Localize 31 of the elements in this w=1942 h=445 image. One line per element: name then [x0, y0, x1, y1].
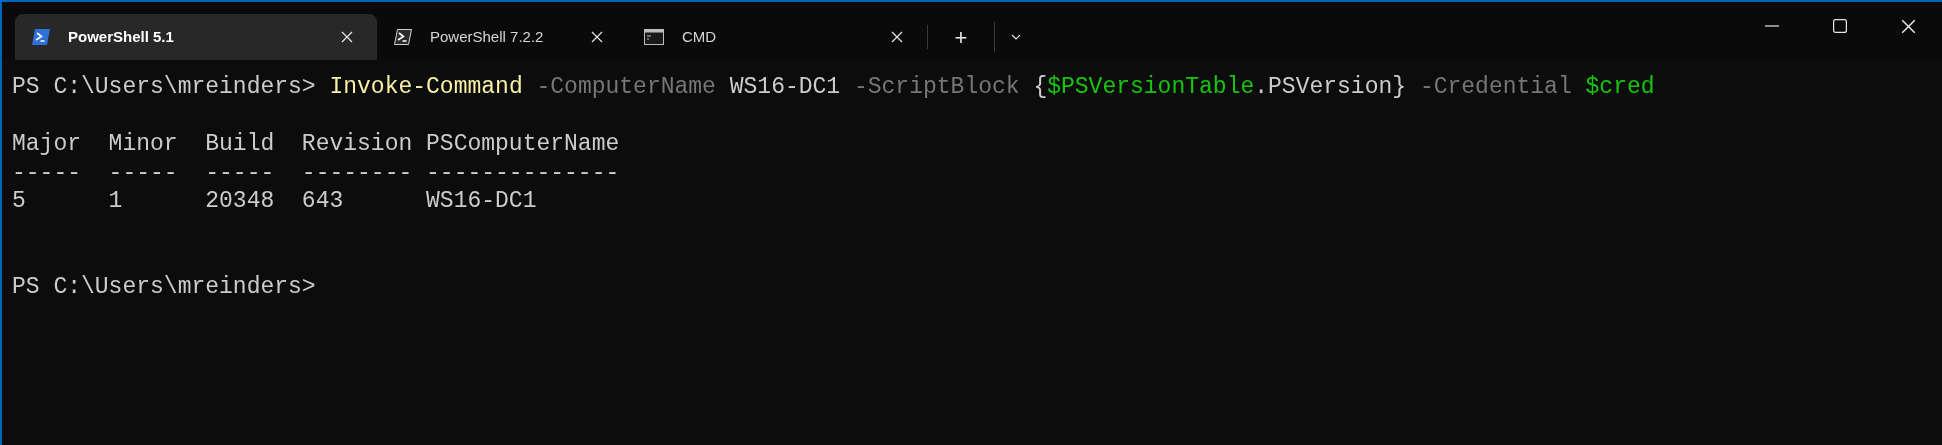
- header-rule: -----: [12, 158, 81, 187]
- table-cell: 5: [12, 187, 26, 216]
- terminal-prompt-icon: [394, 29, 412, 45]
- command-line: PS C:\Users\mreinders> Invoke-Command -ComputerName WS16-DC1 -ScriptBlock {$PSVersionTable.PSVersion} -Credential $cred: [12, 73, 1655, 102]
- header-rule: -----: [205, 158, 275, 187]
- header-rule: --------------: [426, 158, 620, 187]
- column-header: Minor: [108, 130, 178, 159]
- column-header: Build: [205, 130, 275, 159]
- powershell-icon: [32, 29, 50, 45]
- close-icon: [1900, 18, 1916, 34]
- prompt: PS C:\Users\mreinders>: [12, 272, 316, 301]
- column-header: Revision: [301, 130, 413, 159]
- chevron-down-icon: [1011, 34, 1021, 40]
- close-icon: [891, 31, 903, 43]
- maximize-icon: [1833, 19, 1847, 33]
- table-cell: 1: [108, 187, 123, 216]
- table-cell: 20348: [205, 187, 275, 216]
- column-header: PSComputerName: [426, 130, 620, 159]
- header-rule: --------: [301, 158, 413, 187]
- table-cell: WS16-DC1: [426, 187, 537, 216]
- console-window-icon: [644, 29, 664, 45]
- column-header: Major: [12, 130, 81, 159]
- new-tab-button[interactable]: +: [928, 21, 994, 53]
- close-icon: [341, 31, 353, 43]
- header-rule: -----: [108, 158, 178, 187]
- tab[interactable]: CMD: [627, 14, 927, 60]
- tab[interactable]: PowerShell 5.1: [15, 14, 377, 60]
- close-icon: [591, 31, 603, 43]
- tab[interactable]: PowerShell 7.2.2: [377, 14, 627, 60]
- minimize-icon: [1765, 25, 1779, 27]
- table-cell: 643: [301, 187, 344, 216]
